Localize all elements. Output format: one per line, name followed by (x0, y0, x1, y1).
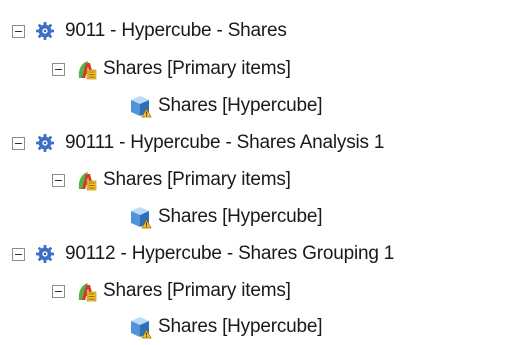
collapse-toggle-icon[interactable] (52, 284, 65, 298)
tree-node-hypercube[interactable]: Shares [Hypercube] (0, 199, 323, 235)
gear-icon (35, 133, 55, 153)
gear-icon (35, 244, 55, 264)
tree-node-primary-items[interactable]: Shares [Primary items] (0, 51, 291, 87)
hypercube-icon (128, 315, 152, 339)
collapse-toggle-icon[interactable] (12, 247, 25, 261)
tree-node-hypercube-90112[interactable]: 90112 - Hypercube - Shares Grouping 1 (0, 236, 394, 272)
tree-node-label: Shares [Hypercube] (158, 316, 323, 337)
tree-node-label: Shares [Hypercube] (158, 206, 323, 227)
tree-node-label: Shares [Hypercube] (158, 95, 323, 116)
tree-node-hypercube-90111[interactable]: 90111 - Hypercube - Shares Analysis 1 (0, 125, 384, 161)
tree-node-hypercube[interactable]: Shares [Hypercube] (0, 309, 323, 345)
tree-node-primary-items[interactable]: Shares [Primary items] (0, 273, 291, 309)
tree-node-label: 90111 - Hypercube - Shares Analysis 1 (65, 132, 385, 153)
tree-node-primary-items[interactable]: Shares [Primary items] (0, 162, 291, 198)
collapse-toggle-icon[interactable] (12, 24, 25, 38)
primary-items-icon (75, 280, 97, 302)
collapse-toggle-icon[interactable] (52, 62, 65, 76)
tree-node-hypercube-9011[interactable]: 9011 - Hypercube - Shares (0, 13, 287, 49)
tree-node-label: Shares [Primary items] (103, 280, 291, 301)
tree-node-hypercube[interactable]: Shares [Hypercube] (0, 88, 323, 124)
tree-node-label: 9011 - Hypercube - Shares (65, 20, 287, 41)
collapse-toggle-icon[interactable] (12, 136, 25, 150)
tree-node-label: Shares [Primary items] (103, 58, 291, 79)
hypercube-icon (128, 94, 152, 118)
tree-node-label: Shares [Primary items] (103, 169, 291, 190)
hypercube-icon (128, 205, 152, 229)
gear-icon (35, 21, 55, 41)
primary-items-icon (75, 58, 97, 80)
collapse-toggle-icon[interactable] (52, 173, 65, 187)
tree-node-label: 90112 - Hypercube - Shares Grouping 1 (65, 243, 395, 264)
tree-view: 9011 - Hypercube - Shares Shares [Primar… (0, 0, 512, 341)
primary-items-icon (75, 169, 97, 191)
